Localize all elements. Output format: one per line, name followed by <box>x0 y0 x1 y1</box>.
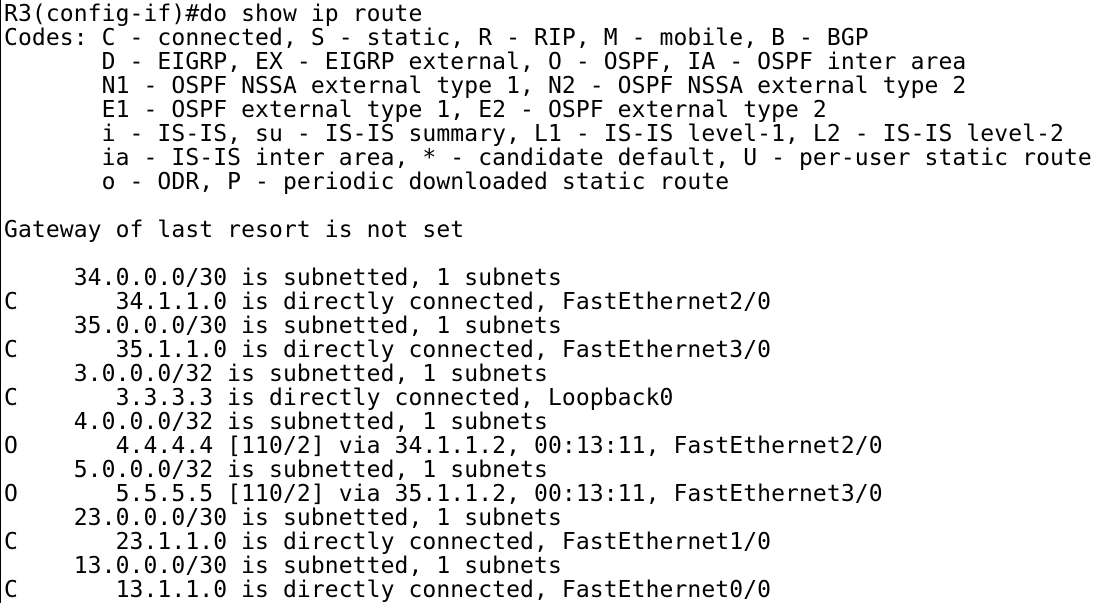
route-subnet-header: 5.0.0.0/32 is subnetted, 1 subnets <box>4 457 548 483</box>
route-subnet-header: 13.0.0.0/30 is subnetted, 1 subnets <box>4 553 562 579</box>
route-entry: C 3.3.3.3 is directly connected, Loopbac… <box>4 385 674 411</box>
gateway-status-line: Gateway of last resort is not set <box>4 217 465 243</box>
route-entry: C 13.1.1.0 is directly connected, FastEt… <box>4 577 772 603</box>
route-entry: C 34.1.1.0 is directly connected, FastEt… <box>4 289 772 315</box>
route-entry: C 23.1.1.0 is directly connected, FastEt… <box>4 529 772 555</box>
route-entry: O 5.5.5.5 [110/2] via 35.1.1.2, 00:13:11… <box>4 481 883 507</box>
route-entry: C 35.1.1.0 is directly connected, FastEt… <box>4 337 772 363</box>
terminal-left-border <box>0 0 1 603</box>
route-subnet-header: 23.0.0.0/30 is subnetted, 1 subnets <box>4 505 562 531</box>
codes-line-2: D - EIGRP, EX - EIGRP external, O - OSPF… <box>4 49 967 75</box>
terminal-window[interactable]: R3(config-if)#do show ip route Codes: C … <box>0 0 1102 603</box>
route-subnet-header: 3.0.0.0/32 is subnetted, 1 subnets <box>4 361 548 387</box>
codes-line-3: N1 - OSPF NSSA external type 1, N2 - OSP… <box>4 73 967 99</box>
route-entry: O 4.4.4.4 [110/2] via 34.1.1.2, 00:13:11… <box>4 433 883 459</box>
codes-line-4: E1 - OSPF external type 1, E2 - OSPF ext… <box>4 97 827 123</box>
route-subnet-header: 35.0.0.0/30 is subnetted, 1 subnets <box>4 313 562 339</box>
codes-line-7: o - ODR, P - periodic downloaded static … <box>4 169 730 195</box>
route-subnet-header: 4.0.0.0/32 is subnetted, 1 subnets <box>4 409 548 435</box>
codes-line-6: ia - IS-IS inter area, * - candidate def… <box>4 145 1092 171</box>
codes-line-1: Codes: C - connected, S - static, R - RI… <box>4 25 869 51</box>
codes-line-5: i - IS-IS, su - IS-IS summary, L1 - IS-I… <box>4 121 1064 147</box>
prompt-command-line: R3(config-if)#do show ip route <box>4 1 423 27</box>
route-subnet-header: 34.0.0.0/30 is subnetted, 1 subnets <box>4 265 562 291</box>
